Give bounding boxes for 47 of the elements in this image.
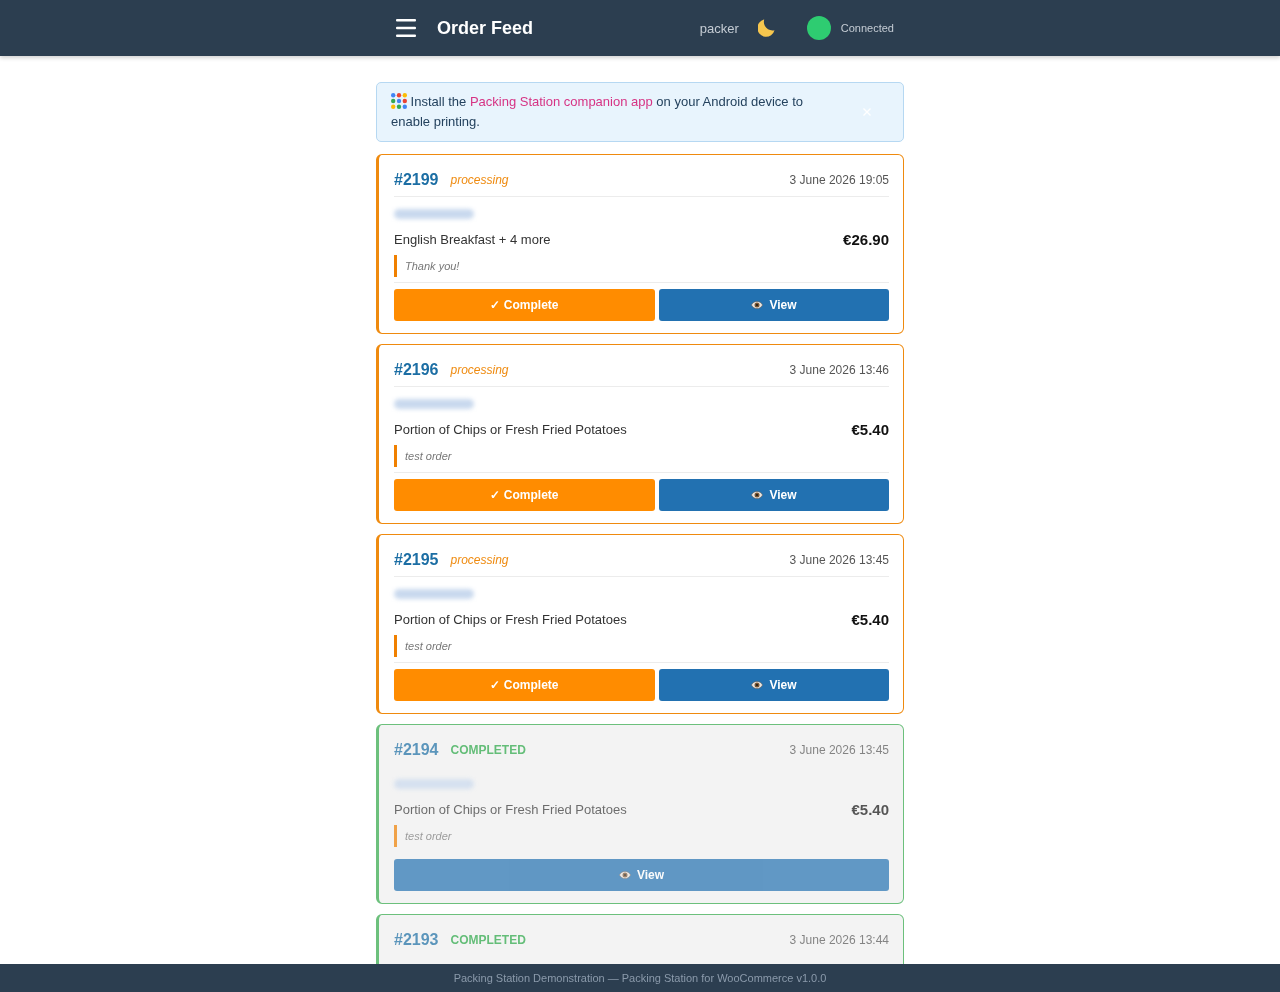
order-number: #2196	[394, 361, 439, 379]
order-number: #2199	[394, 171, 439, 189]
order-total: €26.90	[843, 230, 889, 248]
order-status: COMPLETED	[450, 933, 526, 947]
order-number: #2195	[394, 551, 439, 569]
complete-button[interactable]: ✓ Complete	[394, 479, 655, 511]
order-status: COMPLETED	[450, 743, 526, 757]
footer-text: Packing Station Demonstration — Packing Station for WooCommerce v1.0.0	[453, 972, 827, 984]
order-items: Portion of Chips or Fresh Fried Potatoes	[394, 801, 627, 817]
moon-icon[interactable]	[757, 19, 775, 37]
user-name: packer	[699, 20, 739, 36]
order-date: 3 June 2026 13:45	[789, 743, 889, 757]
menu-icon[interactable]	[396, 19, 416, 37]
eye-icon	[751, 301, 764, 309]
eye-icon	[751, 491, 764, 499]
order-date: 3 June 2026 13:44	[789, 933, 889, 947]
order-number: #2194	[394, 741, 439, 759]
order-note: test order	[394, 825, 889, 847]
order-items: Portion of Chips or Fresh Fried Potatoes	[394, 611, 627, 627]
order-date: 3 June 2026 13:45	[789, 553, 889, 567]
order-total: €5.40	[851, 610, 889, 628]
order-note: test order	[394, 445, 889, 467]
order-number: #2193	[394, 931, 439, 949]
order-items: Portion of Chips or Fresh Fried Potatoes	[394, 421, 627, 437]
app-title: Order Feed	[437, 17, 534, 39]
order-date: 3 June 2026 19:05	[789, 173, 889, 187]
complete-button[interactable]: ✓ Complete	[394, 669, 655, 701]
order-status: processing	[450, 173, 509, 187]
order-total: €5.40	[851, 800, 889, 818]
eye-icon	[618, 871, 631, 879]
install-message: Install the Packing Station companion app on your Android device to enable printing.	[391, 92, 805, 131]
order-total: €5.40	[851, 420, 889, 438]
order-date: 3 June 2026 13:46	[789, 363, 889, 377]
order-items: English Breakfast + 4 more	[394, 231, 551, 247]
complete-button[interactable]: ✓ Complete	[394, 289, 655, 321]
view-button[interactable]: View	[659, 669, 889, 701]
connection-status: Connected	[840, 22, 894, 34]
view-button[interactable]: View	[659, 479, 889, 511]
eye-icon	[751, 681, 764, 689]
order-note: Thank you!	[394, 255, 889, 277]
companion-app-link[interactable]: Packing Station companion app	[469, 94, 653, 109]
view-button[interactable]: View	[659, 289, 889, 321]
order-status: processing	[450, 363, 509, 377]
view-button[interactable]: View	[394, 859, 889, 891]
apps-grid-icon	[391, 93, 407, 109]
order-note: test order	[394, 635, 889, 657]
order-status: processing	[450, 553, 509, 567]
